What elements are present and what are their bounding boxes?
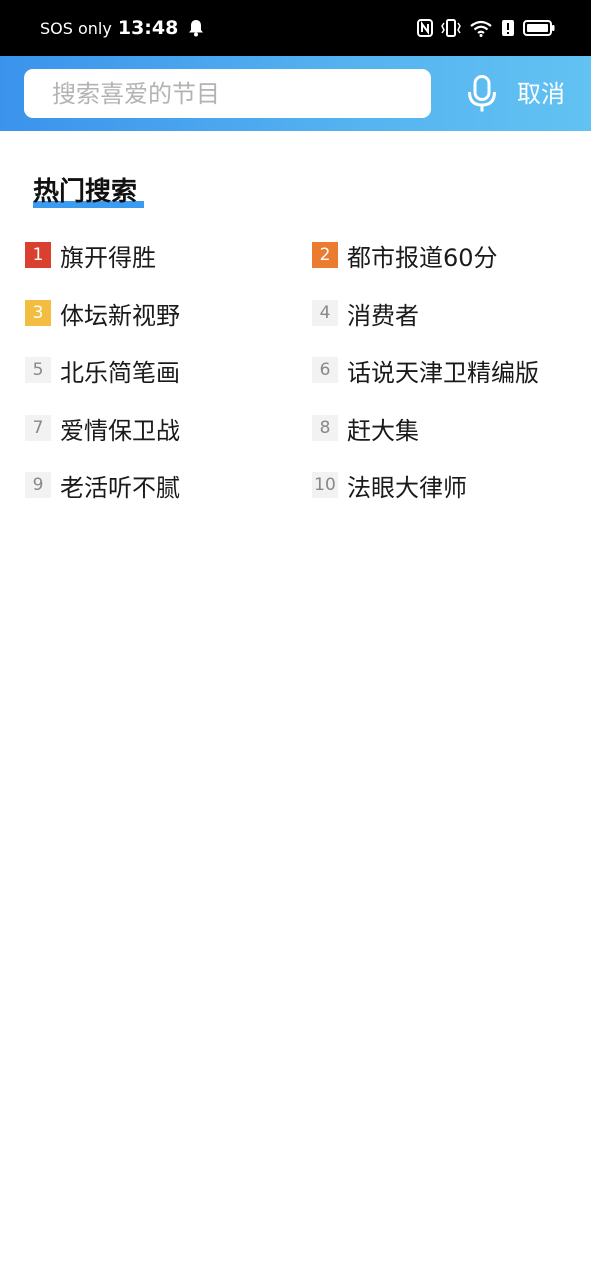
carrier-text: SOS only	[40, 18, 112, 38]
hot-search-label: 爱情保卫战	[60, 416, 180, 445]
hot-search-item-2[interactable]: 2 都市报道60分	[312, 232, 498, 278]
hot-search-label: 话说天津卫精编版	[347, 358, 539, 387]
microphone-icon	[467, 75, 497, 113]
hot-search-title: 热门搜索	[33, 177, 138, 207]
hot-search-label: 都市报道60分	[347, 243, 498, 272]
rank-badge: 3	[25, 300, 51, 326]
hot-search-label: 体坛新视野	[60, 301, 180, 330]
hot-search-label: 赶大集	[347, 416, 419, 445]
battery-icon	[523, 19, 555, 37]
hot-search-item-6[interactable]: 6 话说天津卫精编版	[312, 347, 539, 393]
rank-badge: 4	[312, 300, 338, 326]
search-input[interactable]	[50, 68, 431, 119]
rank-badge: 5	[25, 357, 51, 383]
alert-icon	[501, 19, 515, 37]
hot-search-label: 北乐简笔画	[60, 358, 180, 387]
hot-search-item-10[interactable]: 10 法眼大律师	[312, 462, 467, 508]
hot-search-item-5[interactable]: 5 北乐简笔画	[25, 347, 180, 393]
clock-time: 13:48	[117, 17, 179, 39]
hot-search-item-4[interactable]: 4 消费者	[312, 290, 419, 336]
nfc-icon	[417, 19, 433, 37]
hot-search-item-3[interactable]: 3 体坛新视野	[25, 290, 180, 336]
rank-badge: 1	[25, 242, 51, 268]
bell-icon	[188, 19, 204, 37]
hot-search-label: 法眼大律师	[347, 473, 467, 502]
hot-search-label: 旗开得胜	[60, 243, 156, 272]
rank-badge: 9	[25, 472, 51, 498]
rank-badge: 2	[312, 242, 338, 268]
search-box[interactable]	[24, 68, 431, 119]
search-header: 取消	[0, 56, 591, 131]
hot-search-label: 老活听不腻	[60, 473, 180, 502]
status-left: SOS only 13:48	[40, 0, 204, 56]
rank-badge: 6	[312, 357, 338, 383]
wifi-icon	[469, 19, 493, 37]
rank-badge: 7	[25, 415, 51, 441]
hot-search-item-1[interactable]: 1 旗开得胜	[25, 232, 156, 278]
hot-search-item-9[interactable]: 9 老活听不腻	[25, 462, 180, 508]
hot-search-item-7[interactable]: 7 爱情保卫战	[25, 405, 180, 451]
status-bar: SOS only 13:48	[0, 0, 591, 56]
cancel-button[interactable]: 取消	[517, 75, 565, 113]
rank-badge: 8	[312, 415, 338, 441]
vibrate-icon	[441, 19, 461, 37]
status-right	[417, 0, 555, 56]
hot-search-header: 热门搜索	[33, 172, 144, 212]
hot-search-item-8[interactable]: 8 赶大集	[312, 405, 419, 451]
rank-badge: 10	[312, 472, 338, 498]
hot-search-label: 消费者	[347, 301, 419, 330]
microphone-button[interactable]	[462, 73, 502, 115]
